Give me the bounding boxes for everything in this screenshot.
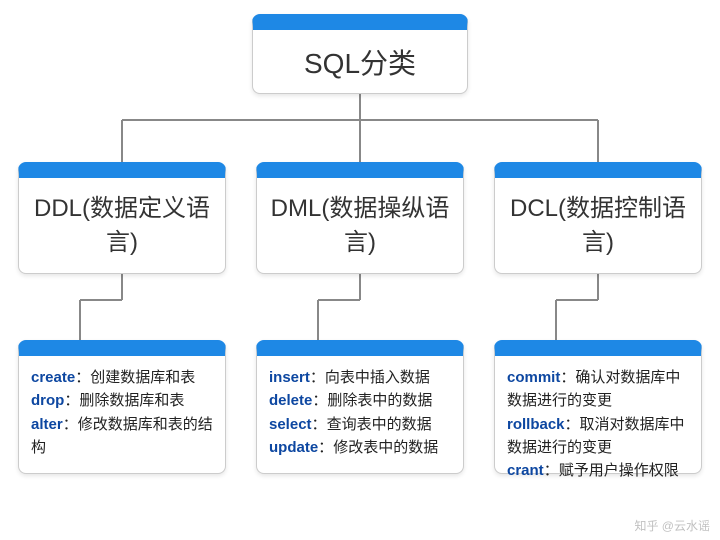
sql-classification-diagram: SQL分类 DDL(数据定义语言) DML(数据操纵语言) DCL(数据控制语言… [0,0,720,540]
sep: ： [565,416,580,433]
category-label: DDL(数据定义语言) [31,192,213,259]
command-desc: 查询表中的数据 [327,416,432,433]
command-keyword: delete [269,392,312,409]
commands-node-dcl: commit：确认对数据库中数据进行的变更 rollback：取消对数据库中数据… [494,340,702,474]
command-desc: 赋予用户操作权限 [559,462,679,479]
command-row: commit：确认对数据库中数据进行的变更 [507,366,689,413]
command-row: delete：删除表中的数据 [269,389,451,412]
sep: ： [544,462,559,479]
category-node-ddl: DDL(数据定义语言) [18,162,226,274]
command-desc: 删除数据库和表 [79,392,184,409]
sep: ： [63,416,78,433]
root-node: SQL分类 [252,14,468,94]
command-keyword: rollback [507,416,565,433]
command-row: update：修改表中的数据 [269,436,451,459]
command-row: alter：修改数据库和表的结构 [31,413,213,460]
command-row: create：创建数据库和表 [31,366,213,389]
commands-node-dml: insert：向表中插入数据 delete：删除表中的数据 select：查询表… [256,340,464,474]
sep: ： [560,369,575,386]
sep: ： [318,439,333,456]
category-node-dcl: DCL(数据控制语言) [494,162,702,274]
command-keyword: drop [31,392,64,409]
command-desc: 向表中插入数据 [325,369,430,386]
command-keyword: commit [507,369,560,386]
command-desc: 删除表中的数据 [327,392,432,409]
command-keyword: insert [269,369,310,386]
command-desc: 创建数据库和表 [90,369,195,386]
command-row: select：查询表中的数据 [269,413,451,436]
sep: ： [64,392,79,409]
command-keyword: alter [31,416,63,433]
command-row: rollback：取消对数据库中数据进行的变更 [507,413,689,460]
command-row: drop：删除数据库和表 [31,389,213,412]
command-row: insert：向表中插入数据 [269,366,451,389]
category-label: DCL(数据控制语言) [507,192,689,259]
sep: ： [312,392,327,409]
command-desc: 修改表中的数据 [333,439,438,456]
sep: ： [312,416,327,433]
category-node-dml: DML(数据操纵语言) [256,162,464,274]
command-row: crant：赋予用户操作权限 [507,459,689,482]
watermark-text: 知乎 @云水谣 [634,517,710,534]
root-label: SQL分类 [304,42,416,82]
category-label: DML(数据操纵语言) [269,192,451,259]
sep: ： [310,369,325,386]
command-keyword: create [31,369,75,386]
command-keyword: update [269,439,318,456]
commands-node-ddl: create：创建数据库和表 drop：删除数据库和表 alter：修改数据库和… [18,340,226,474]
sep: ： [75,369,90,386]
command-keyword: crant [507,462,544,479]
command-keyword: select [269,416,312,433]
